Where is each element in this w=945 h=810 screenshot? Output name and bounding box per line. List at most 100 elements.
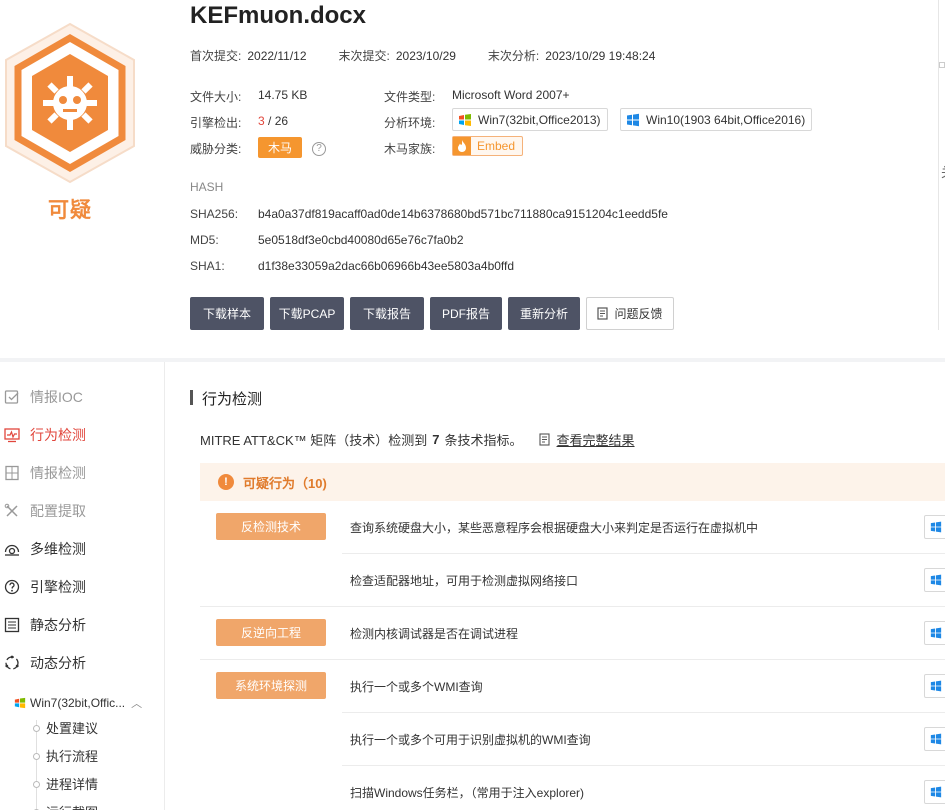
engines-label: 引擎检出: [190,116,242,130]
first-submitted: 首次提交: 2022/11/12 [190,49,307,63]
warning-icon: ! [218,474,234,490]
radar-icon [4,544,20,556]
right-panel-label: 关 [941,162,945,181]
sidebar-item-multidim-detection[interactable]: 多维检测 [4,538,86,560]
reanalyze-button[interactable]: 重新分析 [508,297,580,330]
download-report-button[interactable]: 下载报告 [350,297,424,330]
threat-hexagon-icon [5,22,135,184]
behavior-row[interactable]: 系统环境探测 执行一个或多个WMI查询 [200,660,945,713]
size-label: 文件大小: [190,90,242,104]
sidebar-item-engine-detection[interactable]: 引擎检测 [4,576,86,598]
windows-logo-icon [627,113,639,126]
feedback-button[interactable]: 问题反馈 [586,297,674,330]
ioc-icon [4,390,19,404]
tools-icon [4,503,18,517]
md5-row: MD5: 5e0518df3e0cbd40080d65e76c7fa0b2 [190,233,464,247]
file-info-right: 文件类型: Microsoft Word 2007+ 分析环境: Win7(32… [384,88,844,158]
question-circle-icon [4,579,20,595]
file-name: KEFmuon.docx [190,2,367,29]
sidebar-sub-exec-flow[interactable]: 执行流程 [32,746,98,765]
sidebar-sub-screenshots[interactable]: 运行截图 [32,802,98,810]
windows-platform-icon[interactable] [924,568,945,592]
view-full-results-link[interactable]: 查看完整结果 [538,430,635,449]
size-value: 14.75 KB [258,88,308,102]
windows-platform-icon[interactable] [924,515,945,539]
behavior-desc: 执行一个或多个WMI查询 [350,680,483,694]
sub-nav-line [36,720,37,810]
sidebar-item-config-extraction[interactable]: 配置提取 [4,500,86,522]
trojan-tag: 木马 [258,137,303,158]
panel-dot [939,62,945,68]
hash-title: HASH [190,180,224,194]
sha1-row: SHA1: d1f38e33059a2dac66b06966b43ee5803a4… [190,259,515,273]
threat-value: 木马? [258,137,327,158]
windows-flag-icon [459,113,471,126]
behavior-desc: 检测内核调试器是否在调试进程 [350,627,519,641]
download-sample-button[interactable]: 下载样本 [190,297,264,330]
windows-platform-icon[interactable] [924,727,945,751]
verdict-label: 可疑 [48,199,92,222]
mitre-count: 7 [432,432,440,447]
sidebar-sub-process-details[interactable]: 进程详情 [32,774,98,793]
env-chip-win7[interactable]: Win7(32bit,Office2013) [452,108,608,131]
threat-label: 威胁分类: [190,142,242,156]
suspicious-behavior-header[interactable]: ! 可疑行为（10) [200,463,945,501]
monitor-pulse-icon [4,428,20,443]
behavior-desc: 执行一个或多个可用于识别虚拟机的WMI查询 [350,733,591,747]
sha256-value: b4a0a37df819acaff0ad0de14b6378680bd571bc… [258,207,668,221]
grid-icon [5,465,19,481]
windows-platform-icon[interactable] [924,780,945,804]
family-label: 木马家族: [384,142,436,156]
behavior-desc: 查询系统硬盘大小，某些恶意程序会根据硬盘大小来判定是否运行在虚拟机中 [350,521,759,535]
behavior-row[interactable]: 反逆向工程 检测内核调试器是否在调试进程 [200,607,945,660]
file-summary: 可疑 KEFmuon.docx 首次提交: 2022/11/12 末次提交: 202… [0,0,945,358]
behavior-row[interactable]: 检查适配器地址，可用于检测虚拟网络接口 [200,554,945,607]
help-icon[interactable]: ? [312,141,327,156]
last-submitted: 末次提交: 2023/10/29 [338,49,456,63]
behavior-desc: 检查适配器地址，可用于检测虚拟网络接口 [350,574,579,588]
engines-value: 3 / 26 [258,114,289,128]
behavior-row[interactable]: 执行一个或多个可用于识别虚拟机的WMI查询 [200,713,945,766]
windows-platform-icon[interactable] [924,621,945,645]
submission-dates: 首次提交: 2022/11/12 末次提交: 2023/10/29 末次分析: 202… [190,47,687,64]
family-chip[interactable]: Embed [452,136,524,156]
right-panel-edge: 关 [938,0,945,330]
behavior-row[interactable]: 扫描Windows任务栏，（常用于注入explorer) [200,766,945,810]
behavior-row[interactable]: 反检测技术 查询系统硬盘大小，某些恶意程序会根据硬盘大小来判定是否运行在虚拟机中 [200,501,945,554]
sidebar-item-intel-ioc[interactable]: 情报IOC [4,386,83,408]
list-icon [4,617,20,633]
category-tag-anti-detection: 反检测技术 [216,513,326,540]
category-tag-anti-reverse: 反逆向工程 [216,619,326,646]
chevron-up-icon[interactable]: ︿ [131,695,142,711]
env-label: 分析环境: [384,116,436,130]
sidebar-item-behavior-detection[interactable]: 行为检测 [4,424,86,446]
sidebar-item-static-analysis[interactable]: 静态分析 [4,614,86,636]
sidebar-sub-remediation[interactable]: 处置建议 [32,718,98,737]
cycle-icon [5,655,19,670]
behavior-panel: 行为检测 MITRE ATT&CK™ 矩阵（技术）检测到 7 条技术指标。 查看… [166,362,945,810]
windows-flag-icon [14,697,26,709]
feedback-icon [597,307,609,320]
document-icon [538,433,550,446]
type-value: Microsoft Word 2007+ [452,88,570,102]
sidebar-item-intel-detection[interactable]: 情报检测 [4,462,86,484]
windows-platform-icon[interactable] [924,674,945,698]
type-label: 文件类型: [384,90,436,104]
category-tag-env-probe: 系统环境探测 [216,672,326,699]
sidebar-item-dynamic-analysis[interactable]: 动态分析 [4,652,86,674]
sha256-row: SHA256: b4a0a37df819acaff0ad0de14b6378680… [190,207,668,221]
mitre-summary: MITRE ATT&CK™ 矩阵（技术）检测到 7 条技术指标。 查看完整结果 [200,430,635,449]
sha1-value: d1f38e33059a2dac66b06966b43ee5803a4b0ffd [258,259,515,273]
flame-icon [453,137,471,155]
behavior-desc: 扫描Windows任务栏，（常用于注入explorer) [350,786,585,800]
md5-value: 5e0518df3e0cbd40080d65e76c7fa0b2 [258,233,464,247]
download-pcap-button[interactable]: 下载PCAP [270,297,344,330]
sidebar-env-win7[interactable]: Win7(32bit,Offic... ︿ [14,695,142,711]
family-value: Embed [452,136,524,156]
sidebar: 情报IOC 行为检测 情报检测 配置提取 多维检测 引擎检测 静态分析 动态分析… [0,362,165,810]
pdf-report-button[interactable]: PDF报告 [430,297,502,330]
env-chip-win10[interactable]: Win10(1903 64bit,Office2016) [620,108,813,131]
last-analyzed: 末次分析: 2023/10/29 19:48:24 [487,49,656,63]
action-buttons: 下载样本 下载PCAP 下载报告 PDF报告 重新分析 问题反馈 [190,297,680,330]
section-title: 行为检测 [190,388,262,409]
